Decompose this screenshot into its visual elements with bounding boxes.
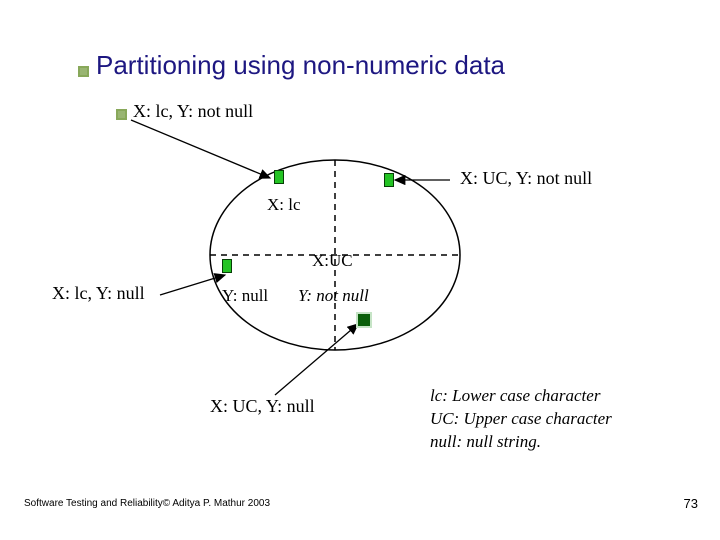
- slide-title: Partitioning using non-numeric data: [96, 50, 505, 81]
- label-x-uc-y-notnull: X: UC, Y: not null: [460, 168, 592, 189]
- label-inner-y-null: Y: null: [222, 286, 268, 306]
- label-inner-x-lc: X: lc: [267, 195, 301, 215]
- legend-line-lc: lc: Lower case character: [430, 385, 612, 408]
- label-x-lc-y-notnull: X: lc, Y: not null: [133, 101, 253, 122]
- legend-line-null: null: null string.: [430, 431, 612, 454]
- legend: lc: Lower case character UC: Upper case …: [430, 385, 612, 454]
- point-icon: [222, 259, 232, 273]
- footer-text: Software Testing and Reliability© Aditya…: [24, 498, 270, 509]
- label-inner-y-notnull: Y: not null: [298, 286, 369, 306]
- label-inner-x-uc: X:UC: [312, 251, 353, 271]
- page-number: 73: [684, 496, 698, 511]
- title-bullet-icon: [78, 66, 89, 77]
- label-x-lc-y-null: X: lc, Y: null: [52, 283, 145, 304]
- point-icon: [356, 312, 372, 328]
- diagram-overlay: [0, 0, 720, 540]
- point-icon: [384, 173, 394, 187]
- label-bullet-icon: [116, 109, 127, 120]
- legend-line-uc: UC: Upper case character: [430, 408, 612, 431]
- point-icon: [274, 170, 284, 184]
- label-x-uc-y-null: X: UC, Y: null: [210, 396, 315, 417]
